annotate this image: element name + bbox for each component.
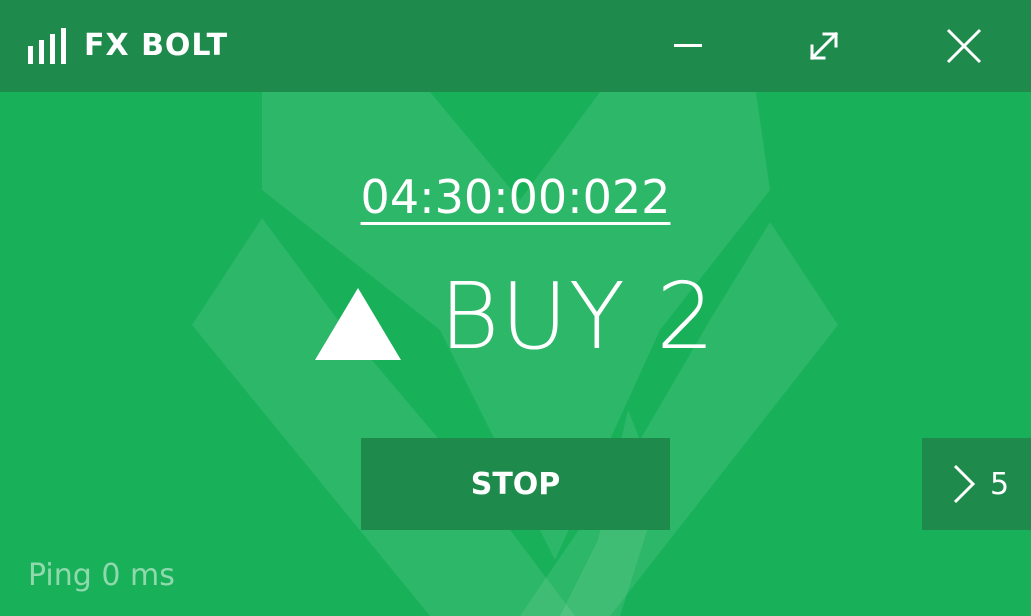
- close-button[interactable]: [940, 22, 988, 70]
- up-triangle-icon: [315, 288, 402, 360]
- ping-status: Ping 0 ms: [28, 558, 175, 593]
- app-logo: FX BOLT: [28, 26, 228, 66]
- next-count: 5: [990, 466, 1010, 502]
- trade-signal: BUY 2: [0, 262, 1031, 372]
- maximize-button[interactable]: [800, 22, 848, 70]
- minimize-button[interactable]: [664, 22, 712, 70]
- countdown-timer: 04:30:00:022: [0, 166, 1031, 228]
- chevron-right-icon: [953, 464, 976, 504]
- app-window: FX BOLT 04:30:00:022 BUY 2 STOP 5 Ping 0…: [0, 0, 1031, 616]
- app-title: FX BOLT: [84, 28, 229, 63]
- signal-label: BUY 2: [439, 263, 716, 370]
- close-icon: [946, 28, 982, 64]
- stop-button[interactable]: STOP: [361, 438, 670, 530]
- timer-link[interactable]: 04:30:00:022: [361, 170, 671, 224]
- maximize-icon: [809, 31, 839, 61]
- title-bar[interactable]: FX BOLT: [0, 0, 1031, 92]
- minimize-icon: [674, 44, 702, 47]
- signal-bars-icon: [28, 28, 66, 64]
- main-panel: 04:30:00:022 BUY 2 STOP 5 Ping 0 ms: [0, 0, 1031, 616]
- next-signal-button[interactable]: 5: [922, 438, 1031, 530]
